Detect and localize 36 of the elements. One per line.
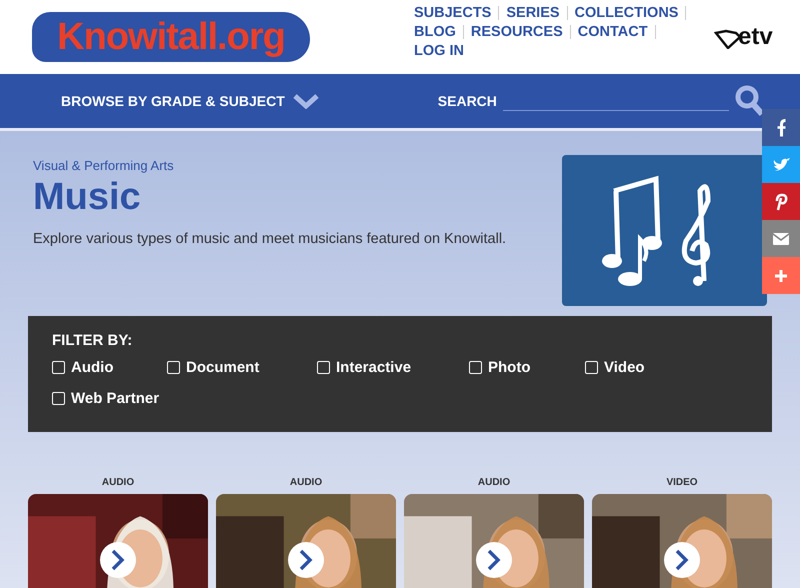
facebook-icon — [776, 118, 786, 136]
nav-link[interactable]: BLOG — [414, 24, 456, 40]
search-icon[interactable] — [734, 85, 765, 117]
nav-link[interactable]: COLLECTIONS — [574, 5, 678, 21]
page-title: Music — [33, 177, 142, 217]
chevron-right-icon — [674, 549, 690, 571]
media-type-label: AUDIO — [100, 477, 136, 490]
media-type-label: AUDIO — [288, 477, 324, 490]
share-button[interactable] — [762, 220, 800, 257]
chevron-right-icon — [486, 549, 502, 571]
chevron-down-icon — [292, 93, 319, 109]
page-description: Explore various types of music and meet musicians featured on Knowitall. — [33, 231, 506, 247]
media-type-label: AUDIO — [476, 477, 512, 490]
filter-checkbox[interactable]: Web Partner — [52, 390, 160, 407]
filter-checkbox[interactable]: Photo — [469, 359, 585, 376]
filter-checkbox[interactable]: Document — [167, 359, 317, 376]
nav-link[interactable]: RESOURCES — [470, 24, 563, 40]
share-button[interactable] — [762, 257, 800, 294]
filter-checkbox[interactable]: Interactive — [317, 359, 469, 376]
nav-link[interactable]: SUBJECTS — [414, 5, 492, 21]
share-button[interactable] — [762, 183, 800, 220]
chevron-right-icon — [298, 549, 314, 571]
browse-menu-button[interactable]: BROWSE BY GRADE & SUBJECT — [61, 93, 319, 109]
filter-heading: FILTER BY: — [52, 332, 134, 349]
nav-link[interactable]: LOG IN — [414, 43, 464, 59]
share-button[interactable] — [762, 109, 800, 146]
nav-link[interactable]: CONTACT — [578, 24, 648, 40]
filter-checkbox[interactable]: Video — [585, 359, 735, 376]
chevron-right-icon — [110, 549, 126, 571]
category-link[interactable]: Visual & Performing Arts — [33, 158, 506, 173]
search-label: SEARCH — [438, 93, 497, 109]
filter-checkbox[interactable]: Audio — [52, 359, 167, 376]
share-button[interactable] — [762, 146, 800, 183]
media-type-label: VIDEO — [665, 477, 699, 490]
nav-link[interactable]: SERIES — [506, 5, 560, 21]
partner-logo[interactable]: etv — [714, 25, 773, 49]
